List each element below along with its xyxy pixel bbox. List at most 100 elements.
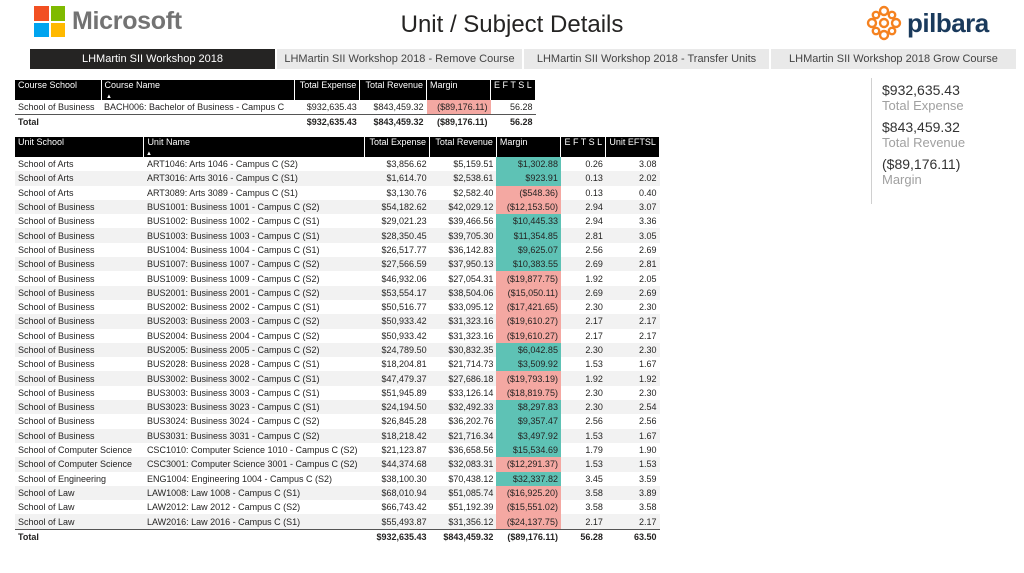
table-cell: 2.05: [638, 273, 657, 284]
table-cell: $932,635.43: [306, 102, 357, 113]
table-cell: $37,950.13: [429, 257, 497, 272]
col-header-unit-school[interactable]: Unit School: [15, 137, 145, 157]
table-cell: 2.81: [560, 228, 606, 243]
col-header-course-school[interactable]: Course School: [15, 80, 102, 100]
table-row[interactable]: School of Computer Science CSC1010: Compu…: [15, 442, 660, 458]
table-cell: $42,029.12: [429, 199, 497, 215]
table-cell: 2.69: [560, 257, 606, 272]
table-cell: BUS2005: Business 2005 - Campus C (S2): [143, 342, 365, 358]
table-cell: $21,716.34: [429, 428, 497, 443]
table-cell: School of Business: [15, 228, 144, 243]
pilbara-mark-icon: [866, 5, 902, 41]
total-cell: $932,635.43: [364, 528, 430, 545]
table-row[interactable]: School of Business BUS1004: Business 1004…: [15, 242, 660, 258]
table-cell: $10,383.55: [496, 257, 561, 272]
sort-ascending-icon: ▲: [106, 94, 112, 100]
table-row[interactable]: School of Business BUS3003: Business 3003…: [15, 385, 660, 401]
table-cell: School of Computer Science: [18, 445, 133, 456]
table-row[interactable]: School of Business BUS1003: Business 1003…: [15, 228, 660, 243]
col-header-unit-eftsl[interactable]: Unit EFTSL: [605, 137, 660, 157]
tab-grow-course[interactable]: LHMartin SII Workshop 2018 Grow Course: [771, 49, 1016, 69]
table-cell: School of Arts: [18, 187, 74, 198]
table-cell: 1.53: [560, 457, 606, 472]
table-cell: 56.28: [509, 102, 533, 113]
table-cell: School of Business: [18, 359, 95, 370]
table-cell: 1.92: [585, 273, 603, 284]
table-row[interactable]: School of Business BUS1001: Business 1001…: [15, 199, 660, 215]
total-cell: Total: [15, 528, 144, 545]
table-row[interactable]: School of Business BUS2028: Business 2028…: [15, 357, 660, 372]
table-cell: BACH006: Bachelor of Business - Campus C: [104, 102, 285, 113]
table-cell: 2.81: [605, 257, 660, 272]
table-cell: BUS2004: Business 2004 - Campus C (S2): [146, 330, 320, 341]
table-cell: $50,933.42: [381, 330, 427, 341]
table-cell: ART1046: Arts 1046 - Campus C (S2): [146, 159, 298, 170]
table-cell: $11,354.85: [496, 228, 561, 243]
col-header-total-expense[interactable]: Total Expense: [294, 80, 361, 100]
table-row[interactable]: School of Arts ART3089: Arts 3089 - Campu…: [15, 185, 660, 200]
table-cell: $18,218.42: [364, 428, 430, 443]
table-row[interactable]: School of Business BUS2002: Business 2002…: [15, 299, 660, 315]
table-cell: 2.30: [638, 387, 657, 398]
table-row[interactable]: School of Business BUS1007: Business 1007…: [15, 257, 660, 272]
tab-remove-course[interactable]: LHMartin SII Workshop 2018 - Remove Cour…: [277, 49, 522, 69]
col-header-total-revenue[interactable]: Total Revenue: [359, 80, 428, 100]
table-row[interactable]: School of Law LAW2016: Law 2016 - Campus …: [15, 514, 660, 530]
table-cell: School of Law: [18, 502, 75, 513]
table-row[interactable]: School of Business BUS3024: Business 3024…: [15, 414, 660, 429]
table-cell: School of Business: [15, 314, 144, 329]
table-cell: School of Business: [18, 273, 95, 284]
table-cell: LAW2012: Law 2012 - Campus C (S2): [146, 502, 301, 513]
table-row[interactable]: School of Business BUS2004: Business 2004…: [15, 328, 660, 343]
table-cell: $55,493.87: [364, 514, 430, 530]
table-row[interactable]: School of Business BUS3031: Business 3031…: [15, 428, 660, 443]
table-row[interactable]: School of Arts ART3016: Arts 3016 - Campu…: [15, 171, 660, 186]
table-cell: BUS2001: Business 2001 - Campus C (S2): [143, 285, 365, 300]
table-row[interactable]: School of Computer Science CSC3001: Compu…: [15, 457, 660, 472]
table-row[interactable]: School of Law LAW2012: Law 2012 - Campus …: [15, 500, 660, 515]
table-cell: 1.53: [585, 359, 603, 370]
table-row[interactable]: School of Business BUS1002: Business 1002…: [15, 214, 660, 229]
table-cell: $32,337.82: [496, 471, 561, 486]
tab-transfer-units[interactable]: LHMartin SII Workshop 2018 - Transfer Un…: [524, 49, 769, 69]
col-header-margin[interactable]: Margin: [496, 137, 562, 157]
table-row[interactable]: School of Business BACH006: Bachelor of B…: [15, 100, 536, 115]
table-cell: $9,357.47: [496, 414, 561, 429]
total-cell: 56.28: [490, 114, 536, 130]
kpi-margin: ($89,176.11) Margin: [882, 156, 986, 187]
table-cell: $38,100.30: [381, 473, 427, 484]
col-header-total-revenue[interactable]: Total Revenue: [429, 137, 497, 157]
tab-workshop-2018[interactable]: LHMartin SII Workshop 2018: [30, 49, 275, 69]
table-row[interactable]: School of Business BUS1009: Business 1009…: [15, 271, 660, 286]
table-row[interactable]: School of Law LAW1008: Law 1008 - Campus …: [15, 485, 660, 501]
table-cell: $39,466.56: [448, 216, 494, 227]
sort-ascending-icon: ▲: [146, 151, 152, 157]
table-cell: $21,123.87: [381, 445, 427, 456]
col-header-unit-name[interactable]: Unit Name: [143, 137, 366, 157]
table-cell: $32,083.31: [429, 457, 497, 472]
table-row[interactable]: School of Business BUS3002: Business 3002…: [15, 371, 660, 386]
table-total-row: Total $932,635.43 $843,459.32 ($89,176.11) 5…: [15, 528, 660, 545]
table-cell: ($15,050.11): [496, 285, 561, 300]
col-header-total-expense[interactable]: Total Expense: [364, 137, 431, 157]
table-row[interactable]: School of Engineering ENG1004: Engineerin…: [15, 471, 660, 486]
col-header-eftsl[interactable]: E F T S L: [560, 137, 607, 157]
table-row[interactable]: School of Business BUS2003: Business 2003…: [15, 314, 660, 329]
table-cell: 0.13: [560, 171, 606, 186]
kpi-total-expense: $932,635.43 Total Expense: [882, 82, 986, 113]
table-cell: 2.56: [585, 416, 603, 427]
col-header-margin[interactable]: Margin: [426, 80, 492, 100]
total-cell: [143, 528, 365, 545]
table-cell: 2.54: [605, 400, 660, 415]
unit-table: Unit School Unit Name Total Expense Tota…: [15, 137, 660, 545]
kpi-value: ($89,176.11): [882, 156, 961, 172]
table-row[interactable]: School of Business BUS3023: Business 3023…: [15, 400, 660, 415]
table-row[interactable]: School of Arts ART1046: Arts 1046 - Campu…: [15, 157, 660, 172]
table-row[interactable]: School of Business BUS2001: Business 2001…: [15, 285, 660, 300]
table-cell: 2.69: [605, 285, 660, 300]
col-header-course-name[interactable]: Course Name: [101, 80, 296, 100]
table-row[interactable]: School of Business BUS2005: Business 2005…: [15, 342, 660, 358]
col-header-eftsl[interactable]: E F T S L: [490, 80, 536, 100]
course-table: Course School Course Name Total Expense …: [15, 80, 536, 130]
table-cell: School of Computer Science: [15, 457, 144, 472]
